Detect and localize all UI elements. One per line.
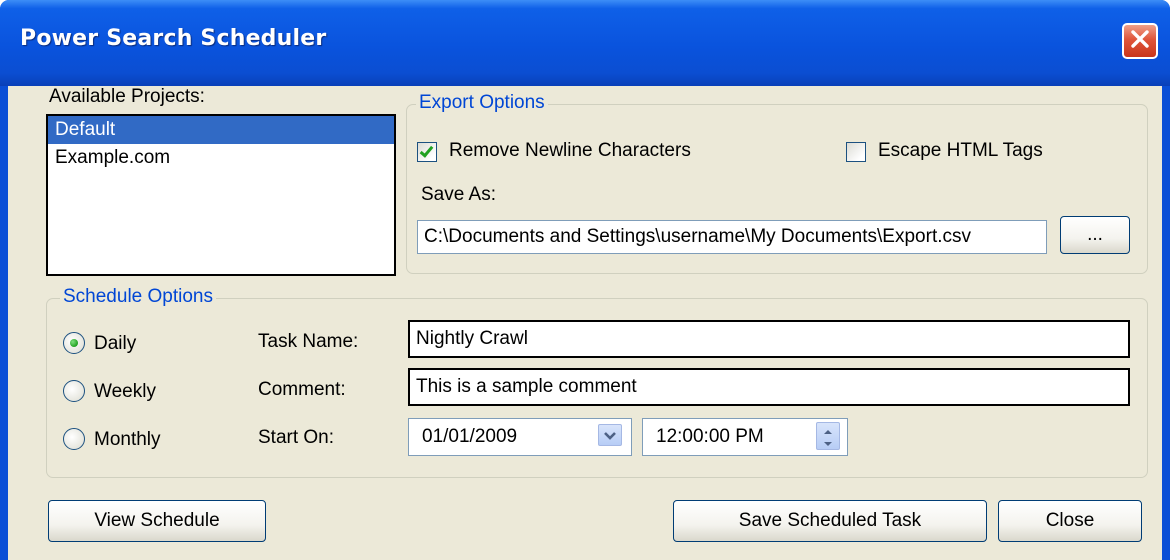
task-name-input[interactable]: Nightly Crawl	[408, 320, 1130, 358]
weekly-radio[interactable]	[63, 380, 85, 402]
close-icon	[1130, 29, 1150, 53]
schedule-options-legend: Schedule Options	[60, 286, 216, 308]
project-item-example[interactable]: Example.com	[48, 144, 394, 172]
browse-button[interactable]: ...	[1060, 216, 1130, 254]
radio-selected-dot-icon	[70, 339, 78, 347]
comment-input[interactable]: This is a sample comment	[408, 368, 1130, 406]
dialog-client-area: Available Projects: Default Example.com …	[8, 86, 1162, 560]
escape-html-checkbox[interactable]	[846, 142, 866, 162]
daily-radio[interactable]	[63, 332, 85, 354]
title-bar[interactable]: Power Search Scheduler	[0, 0, 1170, 86]
arrow-down-icon	[823, 433, 833, 452]
start-time-value: 12:00:00 PM	[656, 426, 764, 447]
date-dropdown-button[interactable]	[598, 424, 622, 446]
available-projects-label: Available Projects:	[49, 86, 205, 107]
save-scheduled-task-button[interactable]: Save Scheduled Task	[673, 500, 987, 542]
project-item-default[interactable]: Default	[48, 116, 394, 144]
window-title: Power Search Scheduler	[20, 26, 327, 51]
checkmark-icon	[419, 143, 434, 158]
monthly-label: Monthly	[94, 429, 161, 450]
remove-newline-checkbox[interactable]	[417, 142, 437, 162]
save-as-path-input[interactable]: C:\Documents and Settings\username\My Do…	[417, 220, 1047, 254]
close-window-button[interactable]	[1122, 23, 1158, 59]
time-spin-down-button[interactable]	[817, 436, 839, 449]
export-options-legend: Export Options	[416, 92, 548, 114]
monthly-radio[interactable]	[63, 428, 85, 450]
dialog-window: Power Search Scheduler Available Project…	[0, 0, 1170, 560]
daily-label: Daily	[94, 333, 137, 354]
chevron-down-icon	[604, 426, 616, 445]
remove-newline-label: Remove Newline Characters	[449, 140, 691, 161]
start-on-label: Start On:	[258, 427, 335, 448]
task-name-label: Task Name:	[258, 331, 359, 352]
escape-html-label: Escape HTML Tags	[878, 140, 1043, 161]
close-button[interactable]: Close	[998, 500, 1142, 542]
projects-listbox[interactable]: Default Example.com	[46, 114, 396, 276]
weekly-label: Weekly	[94, 381, 156, 402]
start-date-value: 01/01/2009	[422, 426, 518, 447]
view-schedule-button[interactable]: View Schedule	[48, 500, 266, 542]
time-spinner[interactable]	[816, 422, 840, 450]
comment-label: Comment:	[258, 379, 346, 400]
save-as-label: Save As:	[421, 184, 496, 205]
